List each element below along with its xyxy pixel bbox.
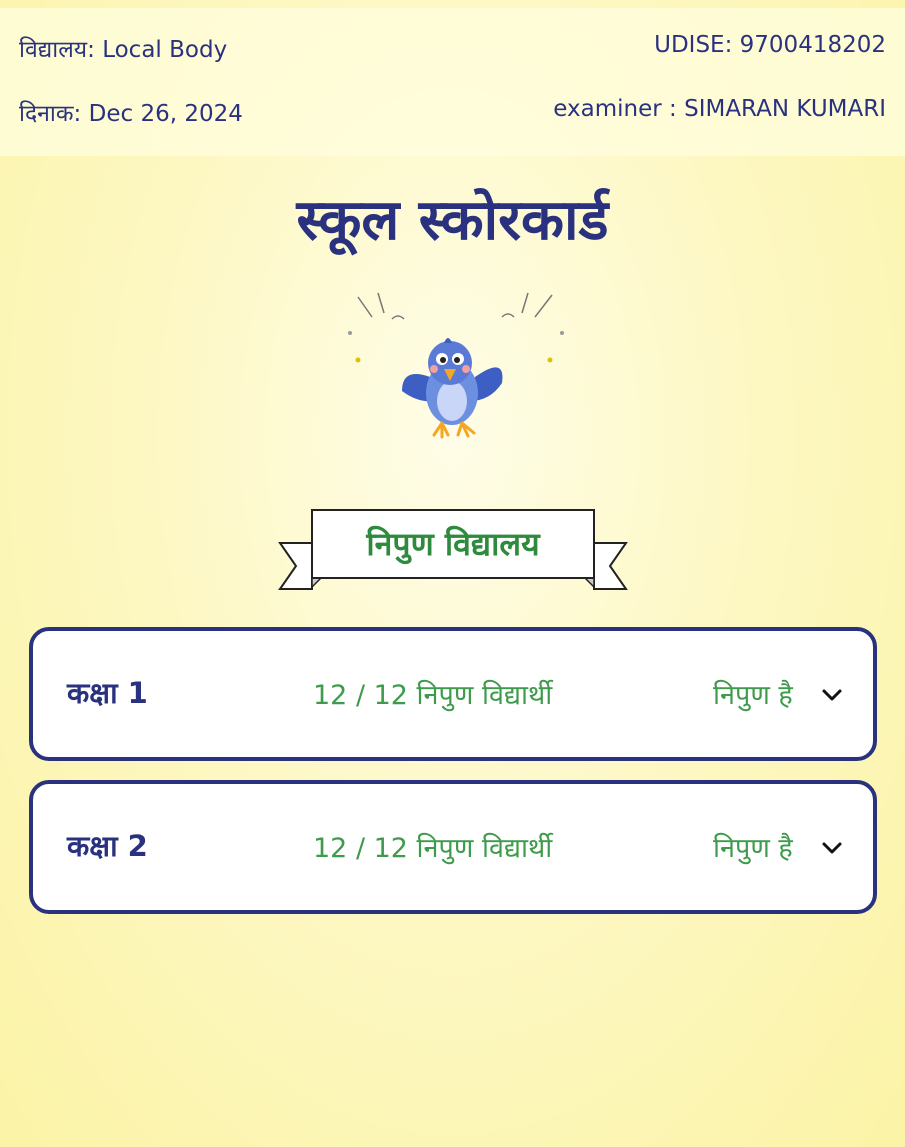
examiner-label: examiner : — [553, 96, 677, 122]
udise-value: 9700418202 — [739, 32, 886, 58]
page-title: स्कूल स्कोरकार्ड — [296, 188, 609, 253]
info-header — [0, 8, 905, 156]
nipun-status: निपुण है — [713, 833, 793, 864]
udise-label: UDISE: — [654, 32, 733, 58]
nipun-status: निपुण है — [713, 680, 793, 711]
school-value: Local Body — [102, 37, 228, 63]
bird-mascot-icon — [348, 292, 564, 439]
nipun-count: 12 / 12 निपुण विद्यार्थी — [313, 680, 553, 711]
class-2-card[interactable]: कक्षा 2 12 / 12 निपुण विद्यार्थी निपुण ह… — [29, 780, 877, 914]
chevron-down-icon[interactable] — [821, 687, 843, 703]
nipun-count: 12 / 12 निपुण विद्यार्थी — [313, 833, 553, 864]
udise-info: UDISE: 9700418202 — [654, 32, 886, 58]
examiner-value: SIMARAN KUMARI — [684, 96, 886, 122]
date-label: दिनाक: — [19, 101, 82, 127]
examiner-info: examiner : SIMARAN KUMARI — [553, 96, 886, 122]
class-1-card[interactable]: कक्षा 1 12 / 12 निपुण विद्यार्थी निपुण ह… — [29, 627, 877, 761]
chevron-down-icon[interactable] — [821, 840, 843, 856]
school-info: विद्यालय: Local Body — [19, 32, 227, 64]
school-label: विद्यालय: — [19, 37, 95, 63]
class-name: कक्षा 1 — [67, 676, 148, 710]
nipun-vidyalaya-badge: निपुण विद्यालय — [366, 524, 540, 563]
class-name: कक्षा 2 — [67, 829, 148, 863]
date-info: दिनाक: Dec 26, 2024 — [19, 96, 243, 128]
date-value: Dec 26, 2024 — [88, 101, 243, 127]
